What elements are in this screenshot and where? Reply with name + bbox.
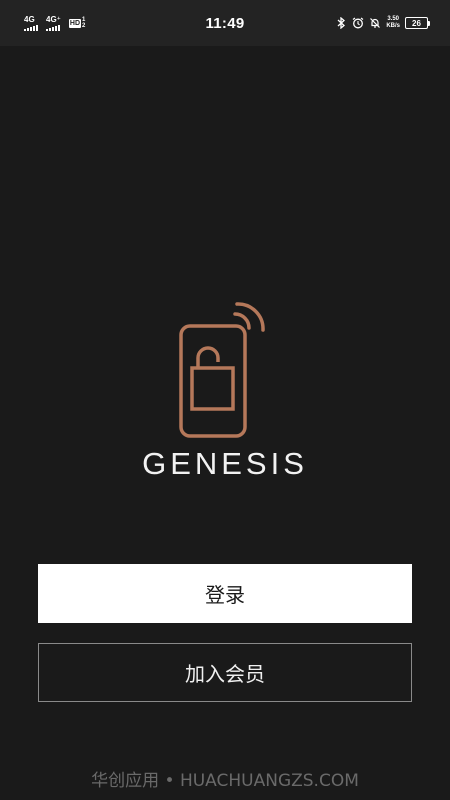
sim1-network-label: 4G <box>24 14 35 24</box>
status-bar: 4G 4G⁺ HD 1 2 11:49 3.50 KB/s 26 <box>0 0 450 46</box>
login-button[interactable]: 登录 <box>38 564 412 623</box>
status-right-group: 3.50 KB/s 26 <box>335 16 430 30</box>
phone-unlock-logo-icon <box>179 302 265 438</box>
network-speed-value: 3.50 <box>387 16 399 22</box>
join-member-button-label: 加入会员 <box>185 662 265 686</box>
sim1-signal-bars-icon <box>24 24 38 31</box>
status-clock: 11:49 <box>205 15 245 32</box>
network-speed: 3.50 KB/s <box>386 16 400 30</box>
sim2-signal-bars-icon <box>46 24 60 31</box>
brand-logo-area: GENESIS <box>0 300 450 482</box>
battery-level: 26 <box>405 17 428 29</box>
network-speed-unit: KB/s <box>386 23 400 29</box>
hd-sim-indicator: 1 2 <box>82 17 85 29</box>
join-member-button[interactable]: 加入会员 <box>38 643 412 702</box>
alarm-icon <box>352 17 364 29</box>
sim1-signal: 4G <box>24 14 38 31</box>
bluetooth-icon <box>335 17 347 29</box>
hd-sim-bottom: 2 <box>82 23 86 29</box>
volte-hd-icon: HD 1 2 <box>68 17 85 29</box>
status-left-group: 4G 4G⁺ HD 1 2 <box>24 13 85 33</box>
sim2-network-label: 4G⁺ <box>46 14 61 24</box>
battery-icon: 26 <box>405 17 430 29</box>
login-button-label: 登录 <box>205 583 245 607</box>
mute-bell-icon <box>369 17 381 29</box>
sim2-signal: 4G⁺ <box>46 14 61 31</box>
watermark-text: 华创应用 • HUACHUANGZS.COM <box>91 771 359 791</box>
brand-name: GENESIS <box>142 446 308 481</box>
hd-label: HD <box>68 18 82 28</box>
